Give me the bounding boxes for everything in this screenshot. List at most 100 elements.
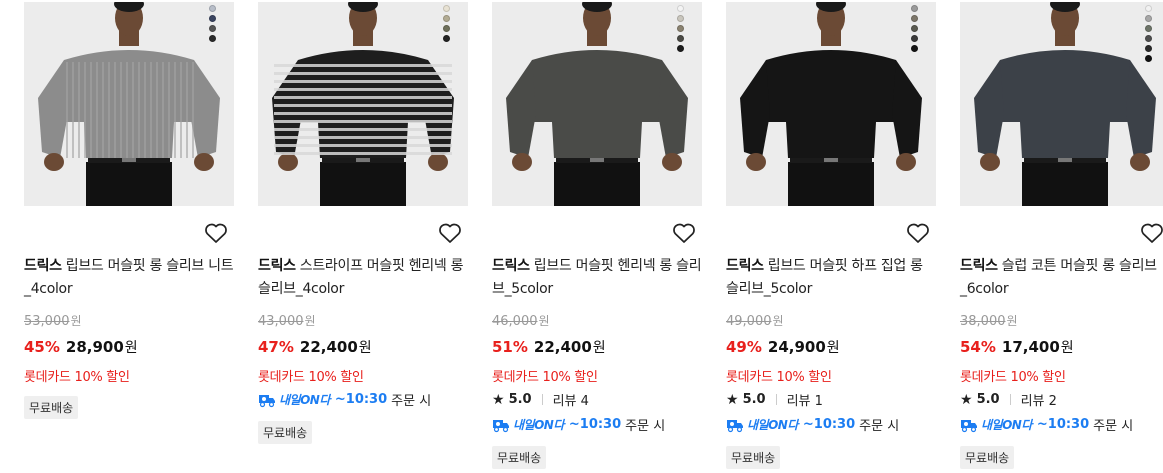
free-shipping-badge: 무료배송 xyxy=(492,446,547,469)
original-price: 43,000원 xyxy=(258,312,316,329)
model-photo xyxy=(506,2,688,206)
review-count[interactable]: 리뷰 4 xyxy=(553,390,589,409)
color-swatch xyxy=(911,25,918,32)
product-image[interactable] xyxy=(24,2,234,206)
card-discount-text: 롯데카드 10% 할인 xyxy=(960,370,1066,385)
product-image[interactable] xyxy=(492,2,702,206)
delivery-suffix: 주문 시 xyxy=(391,394,432,409)
color-swatch xyxy=(677,35,684,42)
product-title[interactable]: 드릭스 슬럽 코튼 머슬핏 롱 슬리브_6color xyxy=(960,255,1163,301)
rating-row: ★ 5.0 리뷰 1 xyxy=(726,390,823,410)
star-icon: ★ xyxy=(726,391,739,408)
star-icon: ★ xyxy=(492,391,505,408)
delivery-cutoff-time: ~10:30 xyxy=(1036,417,1090,432)
product-image[interactable] xyxy=(726,2,936,206)
sale-price-value: 24,900 xyxy=(767,338,826,356)
sale-price-value: 22,400 xyxy=(533,338,592,356)
original-price-value: 43,000 xyxy=(258,314,304,329)
delivery-info: 내일ON다 ~10:30 주문 시 xyxy=(726,415,899,434)
delivery-suffix: 주문 시 xyxy=(625,419,666,434)
divider xyxy=(1009,394,1011,405)
delivery-label: 내일ON다 xyxy=(279,393,330,407)
product-image[interactable] xyxy=(258,2,468,206)
currency-unit: 원 xyxy=(358,340,372,356)
brand-name: 드릭스 xyxy=(960,258,998,274)
card-discount-text: 롯데카드 10% 할인 xyxy=(24,370,130,385)
color-swatch xyxy=(911,15,918,22)
card-discount-text: 롯데카드 10% 할인 xyxy=(258,370,364,385)
wishlist-heart-icon[interactable] xyxy=(438,222,462,244)
delivery-truck-icon xyxy=(960,417,978,433)
star-icon: ★ xyxy=(960,391,973,408)
review-count[interactable]: 리뷰 1 xyxy=(787,390,823,409)
original-price-value: 53,000 xyxy=(24,314,70,329)
product-card[interactable]: 드릭스 립브드 머슬핏 롱 슬리브 니트_4color 53,000원 45% 28,9… xyxy=(24,0,234,473)
wishlist-heart-icon[interactable] xyxy=(204,222,228,244)
product-grid: 드릭스 립브드 머슬핏 롱 슬리브 니트_4color 53,000원 45% 28,9… xyxy=(0,0,1163,473)
product-title[interactable]: 드릭스 립브드 머슬핏 헨리넥 롱 슬리브_5color xyxy=(492,255,702,301)
sale-price-value: 22,400 xyxy=(299,338,358,356)
delivery-info: 내일ON다 ~10:30 주문 시 xyxy=(960,415,1133,434)
currency-unit: 원 xyxy=(538,314,550,328)
free-shipping-badge: 무료배송 xyxy=(960,446,1015,469)
product-card[interactable]: 드릭스 립브드 머슬핏 헨리넥 롱 슬리브_5color 46,000원 51% 22,… xyxy=(492,0,702,473)
brand-name: 드릭스 xyxy=(492,258,530,274)
brand-name: 드릭스 xyxy=(726,258,764,274)
product-title[interactable]: 드릭스 스트라이프 머슬핏 헨리넥 롱 슬리브_4color xyxy=(258,255,468,301)
product-image[interactable] xyxy=(960,2,1163,206)
delivery-label: 내일ON다 xyxy=(747,418,798,432)
color-swatch xyxy=(911,35,918,42)
discount-rate: 51% xyxy=(492,338,528,356)
discount-rate: 45% xyxy=(24,338,60,356)
sale-price: 49% 24,900원 xyxy=(726,337,840,357)
original-price-value: 38,000 xyxy=(960,314,1006,329)
divider xyxy=(775,394,777,405)
wishlist-heart-icon[interactable] xyxy=(672,222,696,244)
currency-unit: 원 xyxy=(304,314,316,328)
currency-unit: 원 xyxy=(124,340,138,356)
wishlist-heart-icon[interactable] xyxy=(906,222,930,244)
wishlist-heart-icon[interactable] xyxy=(1140,222,1163,244)
delivery-cutoff-time: ~10:30 xyxy=(802,417,856,432)
product-title[interactable]: 드릭스 립브드 머슬핏 하프 집업 롱 슬리브_5color xyxy=(726,255,936,301)
sale-price-value: 28,900 xyxy=(65,338,124,356)
color-swatch xyxy=(443,15,450,22)
product-card[interactable]: 드릭스 립브드 머슬핏 하프 집업 롱 슬리브_5color 49,000원 49% 2… xyxy=(726,0,936,473)
discount-rate: 47% xyxy=(258,338,294,356)
delivery-label: 내일ON다 xyxy=(981,418,1032,432)
discount-rate: 54% xyxy=(960,338,996,356)
delivery-cutoff-time: ~10:30 xyxy=(334,392,388,407)
product-card[interactable]: 드릭스 슬럽 코튼 머슬핏 롱 슬리브_6color 38,000 원 54% 17,40… xyxy=(960,0,1163,473)
delivery-info: 내일ON다 ~10:30 주문 시 xyxy=(258,390,431,409)
color-swatch xyxy=(1145,5,1152,12)
rating-row: ★ 5.0 리뷰 4 xyxy=(492,390,589,410)
color-swatches xyxy=(1145,5,1152,62)
brand-name: 드릭스 xyxy=(24,258,62,274)
delivery-info: 내일ON다 ~10:30 주문 시 xyxy=(492,415,665,434)
free-shipping-badge: 무료배송 xyxy=(24,396,79,419)
product-card[interactable]: 드릭스 스트라이프 머슬핏 헨리넥 롱 슬리브_4color 43,000원 47% 2… xyxy=(258,0,468,473)
color-swatch xyxy=(443,35,450,42)
color-swatch xyxy=(1145,55,1152,62)
color-swatch xyxy=(443,5,450,12)
delivery-truck-icon xyxy=(258,392,276,408)
color-swatch xyxy=(443,25,450,32)
delivery-cutoff-time: ~10:30 xyxy=(568,417,622,432)
rating-score: 5.0 xyxy=(508,392,532,407)
rating-score: 5.0 xyxy=(976,392,1000,407)
color-swatch xyxy=(1145,25,1152,32)
sale-price: 54% 17,400원 xyxy=(960,337,1074,357)
original-price: 53,000원 xyxy=(24,312,82,329)
color-swatches xyxy=(911,5,918,52)
product-title[interactable]: 드릭스 립브드 머슬핏 롱 슬리브 니트_4color xyxy=(24,255,234,301)
color-swatch xyxy=(209,15,216,22)
free-shipping-badge: 무료배송 xyxy=(258,421,313,444)
divider xyxy=(541,394,543,405)
rating-score: 5.0 xyxy=(742,392,766,407)
delivery-label: 내일ON다 xyxy=(513,418,564,432)
model-photo xyxy=(740,2,922,206)
review-count[interactable]: 리뷰 2 xyxy=(1021,390,1057,409)
original-price-value: 46,000 xyxy=(492,314,538,329)
currency-unit: 원 xyxy=(1060,340,1074,356)
currency-unit: 원 xyxy=(70,314,82,328)
